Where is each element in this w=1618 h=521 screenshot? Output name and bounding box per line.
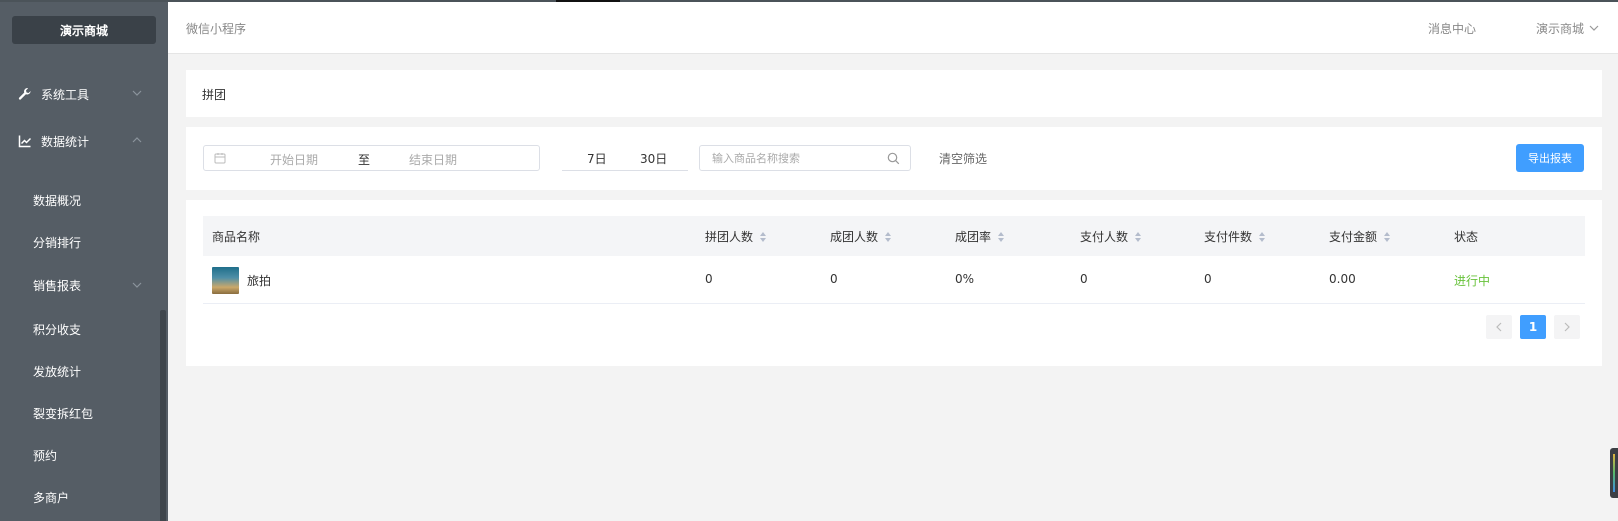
sidebar-group-data-stats[interactable]: 数据统计 [0,126,168,156]
sidebar-item-label: 多商户 [33,490,70,505]
search-icon[interactable] [887,152,900,165]
sort-icon[interactable] [884,231,892,243]
product-search-box[interactable] [699,145,911,171]
sort-icon[interactable] [1383,231,1391,243]
top-header: 微信小程序 消息中心 演示商城 [168,2,1618,54]
filter-panel: 开始日期 至 结束日期 7日 30日 清空筛选 导出报表 [186,127,1602,190]
widget-stripe [1613,454,1615,492]
column-header-pay-items[interactable]: 支付件数 [1204,228,1266,245]
sidebar-item-label: 销售报表 [33,278,82,293]
end-date-input[interactable]: 结束日期 [409,151,457,168]
chevron-down-icon[interactable] [1588,22,1600,34]
cell-formed-people: 0 [830,272,838,286]
column-header-product-name: 商品名称 [212,230,261,244]
sidebar-item-data-overview[interactable]: 数据概况 [0,185,160,215]
sidebar-group-label: 数据统计 [41,134,90,149]
column-header-group-people[interactable]: 拼团人数 [705,228,767,245]
status-badge: 进行中 [1454,274,1491,288]
cell-pay-amount: 0.00 [1329,272,1356,286]
table-row[interactable]: 旅拍 0 0 0% 0 0 0.00 进行中 [203,256,1585,304]
calendar-icon [214,153,226,164]
sort-icon[interactable] [1134,231,1142,243]
cell-formed-rate: 0% [955,272,975,286]
sidebar-item-label: 分销排行 [33,235,82,250]
sidebar-item-distribution-ranking[interactable]: 分销排行 [0,227,160,257]
product-name[interactable]: 旅拍 [247,272,271,289]
sidebar-group-system-tools[interactable]: 系统工具 [0,79,168,109]
message-center-link[interactable]: 消息中心 [1428,20,1476,37]
column-header-formed-rate[interactable]: 成团率 [955,228,1005,245]
export-report-button[interactable]: 导出报表 [1516,144,1584,172]
table-panel: 商品名称 拼团人数 成团人数 成团率 支付人数 支付件数 支付金额 状态 旅拍 … [186,200,1602,366]
cell-group-people: 0 [705,272,713,286]
date-separator: 至 [358,153,371,167]
chevron-down-icon [132,282,142,288]
prev-page-button[interactable] [1486,315,1512,339]
sort-icon[interactable] [997,231,1005,243]
sidebar: 演示商城 系统工具 数据统计 数据概况 分销排行 销售报表 积分收支 发放统计 … [0,2,168,521]
page-title-panel: 拼团 [186,70,1602,117]
sidebar-item-label: 数据概况 [33,193,82,208]
page-title: 拼团 [202,88,227,102]
brand-logo[interactable]: 演示商城 [12,16,156,44]
start-date-input[interactable]: 开始日期 [270,151,318,168]
column-header-formed-people[interactable]: 成团人数 [830,228,892,245]
chevron-right-icon [1564,322,1570,332]
date-range-picker[interactable]: 开始日期 至 结束日期 [203,145,540,171]
sort-icon[interactable] [759,231,767,243]
line-chart-icon [17,133,33,149]
product-thumbnail [212,267,239,294]
store-switcher[interactable]: 演示商城 [1536,20,1584,37]
table-header: 商品名称 拼团人数 成团人数 成团率 支付人数 支付件数 支付金额 状态 [203,216,1585,256]
search-input[interactable] [712,150,882,166]
sidebar-item-points[interactable]: 积分收支 [0,314,160,344]
sidebar-item-issue-stats[interactable]: 发放统计 [0,356,160,386]
sidebar-item-label: 积分收支 [33,322,82,337]
wrench-icon [17,86,33,102]
chevron-up-icon [132,137,142,143]
breadcrumb[interactable]: 微信小程序 [186,20,246,37]
chevron-down-icon [132,90,142,96]
quick-date-tabs: 7日 30日 [562,145,688,171]
chevron-left-icon [1496,322,1502,332]
sort-icon[interactable] [1258,231,1266,243]
floating-side-widget[interactable] [1610,448,1618,498]
sidebar-item-multi-merchant[interactable]: 多商户 [0,482,160,512]
sidebar-group-label: 系统工具 [41,87,90,102]
column-header-pay-people[interactable]: 支付人数 [1080,228,1142,245]
next-page-button[interactable] [1554,315,1580,339]
cell-pay-items: 0 [1204,272,1212,286]
sidebar-item-fission-red-packet[interactable]: 裂变拆红包 [0,398,160,428]
cell-pay-people: 0 [1080,272,1088,286]
column-header-pay-amount[interactable]: 支付金额 [1329,228,1391,245]
column-header-status: 状态 [1454,230,1479,244]
sidebar-item-label: 裂变拆红包 [33,406,94,421]
quick-7-days-button[interactable]: 7日 [587,150,607,167]
pagination: 1 [1486,315,1586,341]
clear-filters-button[interactable]: 清空筛选 [939,150,987,167]
sidebar-item-label: 预约 [33,448,58,463]
sidebar-item-reservation[interactable]: 预约 [0,440,160,470]
quick-30-days-button[interactable]: 30日 [640,150,667,167]
sidebar-item-sales-report[interactable]: 销售报表 [0,270,160,300]
sidebar-item-label: 发放统计 [33,364,82,379]
page-number-current[interactable]: 1 [1520,315,1546,339]
sidebar-scrollbar[interactable] [160,310,166,521]
